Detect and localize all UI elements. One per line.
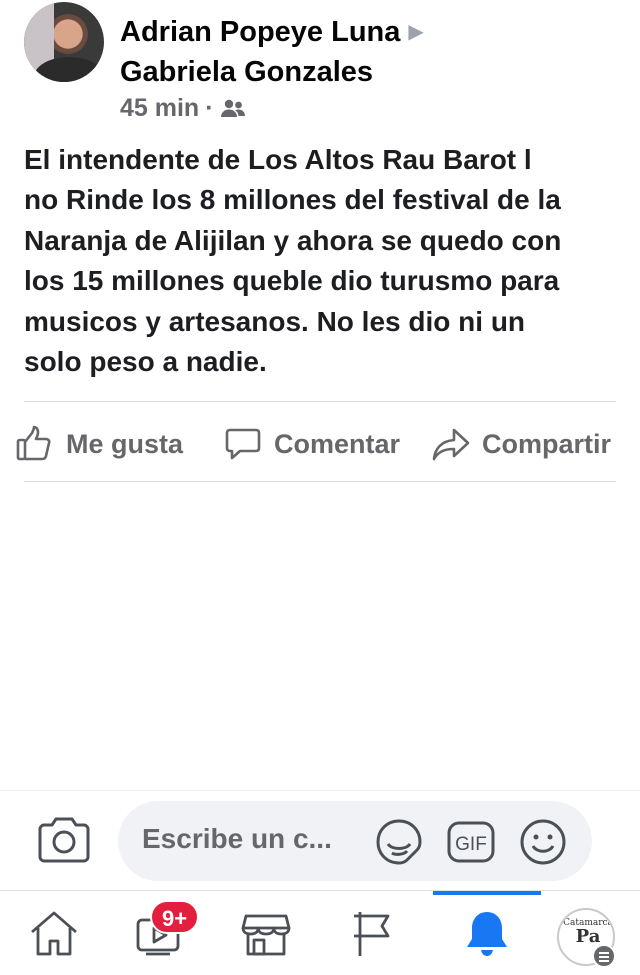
post-body-text: El intendente de Los Altos Rau Barot l n… bbox=[24, 144, 562, 378]
thumbs-up-icon bbox=[16, 425, 51, 461]
post-time[interactable]: 45 min bbox=[120, 94, 199, 123]
comment-input[interactable]: Escribe un c... GIF bbox=[118, 801, 592, 881]
share-icon bbox=[432, 428, 470, 461]
comment-composer: Escribe un c... GIF bbox=[0, 790, 640, 888]
share-label: Compartir bbox=[482, 428, 612, 459]
comment-label: Comentar bbox=[274, 428, 401, 459]
camera-icon[interactable] bbox=[36, 815, 92, 865]
video-badge: 9+ bbox=[150, 900, 200, 934]
comment-placeholder: Escribe un c... bbox=[142, 823, 332, 854]
like-label: Me gusta bbox=[66, 428, 184, 459]
post-header: Adrian Popeye Luna ▶ Gabriela Gonzales 45… bbox=[0, 0, 640, 130]
shared-to-arrow-icon: ▶ bbox=[408, 21, 424, 43]
post-author-line: Adrian Popeye Luna ▶ bbox=[120, 12, 424, 52]
recipient-name[interactable]: Gabriela Gonzales bbox=[120, 52, 373, 92]
tab-pages[interactable] bbox=[322, 891, 422, 975]
post-actions: Me gusta Comentar Compartir bbox=[0, 414, 640, 474]
post-meta: 45 min · bbox=[120, 94, 246, 123]
flag-icon bbox=[354, 911, 390, 956]
sticker-icon[interactable] bbox=[374, 817, 424, 867]
comment-button[interactable]: Comentar bbox=[224, 414, 400, 474]
author-name[interactable]: Adrian Popeye Luna bbox=[120, 16, 400, 48]
share-button[interactable]: Compartir bbox=[432, 414, 611, 474]
tab-marketplace[interactable] bbox=[216, 891, 316, 975]
emoji-icon[interactable] bbox=[518, 817, 568, 867]
gif-label: GIF bbox=[455, 834, 487, 855]
menu-icon[interactable] bbox=[592, 944, 616, 968]
friends-icon bbox=[220, 99, 245, 117]
tab-home[interactable] bbox=[4, 891, 104, 975]
divider-bottom bbox=[24, 481, 616, 482]
tab-notifications[interactable] bbox=[437, 891, 537, 975]
like-button[interactable]: Me gusta bbox=[16, 414, 183, 474]
comment-icon bbox=[225, 428, 261, 460]
divider-top bbox=[24, 401, 616, 402]
meta-separator: · bbox=[205, 94, 214, 122]
gif-icon[interactable]: GIF bbox=[446, 817, 496, 867]
bell-icon bbox=[467, 911, 507, 956]
home-icon bbox=[31, 911, 77, 955]
bottom-tab-bar bbox=[0, 890, 640, 975]
marketplace-icon bbox=[241, 914, 291, 955]
author-avatar[interactable] bbox=[24, 2, 104, 82]
